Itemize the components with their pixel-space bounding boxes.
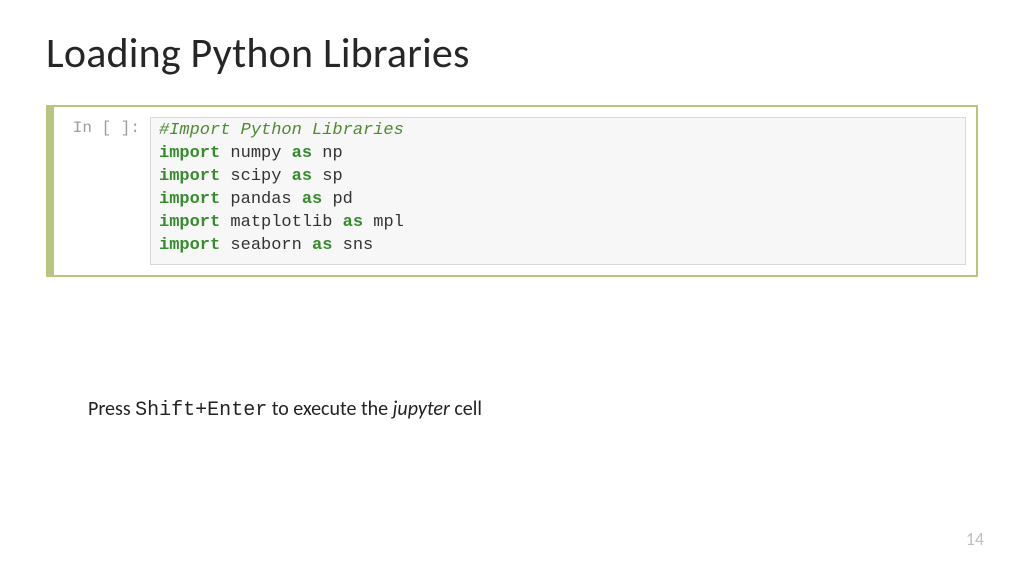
page-number: 14: [966, 528, 984, 550]
jupyter-cell: In [ ]: #Import Python Libraries import n…: [64, 117, 966, 265]
instruction-post: cell: [450, 397, 482, 421]
code-token: #Import Python Libraries: [159, 121, 404, 140]
code-token: np: [312, 144, 343, 163]
code-token: numpy: [220, 144, 291, 163]
code-line: #Import Python Libraries: [159, 120, 957, 143]
code-line: import pandas as pd: [159, 189, 957, 212]
code-token: sns: [332, 236, 373, 255]
instruction-em: jupyter: [393, 397, 450, 421]
code-token: as: [312, 236, 332, 255]
code-token: import: [159, 167, 220, 186]
code-token: as: [302, 190, 322, 209]
code-token: as: [292, 167, 312, 186]
code-token: as: [292, 144, 312, 163]
code-token: pd: [322, 190, 353, 209]
code-token: matplotlib: [220, 213, 342, 232]
code-token: sp: [312, 167, 343, 186]
code-token: scipy: [220, 167, 291, 186]
code-line: import seaborn as sns: [159, 235, 957, 258]
code-line: import matplotlib as mpl: [159, 212, 957, 235]
cell-prompt: In [ ]:: [64, 117, 150, 137]
code-token: pandas: [220, 190, 302, 209]
code-token: import: [159, 190, 220, 209]
code-token: import: [159, 213, 220, 232]
code-token: import: [159, 236, 220, 255]
jupyter-cell-container: In [ ]: #Import Python Libraries import n…: [46, 105, 978, 277]
page-title: Loading Python Libraries: [46, 28, 978, 79]
code-token: seaborn: [220, 236, 312, 255]
instruction-mid: to execute the: [267, 397, 392, 421]
code-token: as: [343, 213, 363, 232]
code-token: import: [159, 144, 220, 163]
instruction-pre: Press: [88, 397, 135, 421]
code-line: import numpy as np: [159, 143, 957, 166]
code-line: import scipy as sp: [159, 166, 957, 189]
code-token: mpl: [363, 213, 404, 232]
instruction-text: Press Shift+Enter to execute the jupyter…: [46, 397, 978, 422]
code-block: #Import Python Libraries import numpy as …: [150, 117, 966, 265]
instruction-keys: Shift+Enter: [135, 399, 267, 422]
